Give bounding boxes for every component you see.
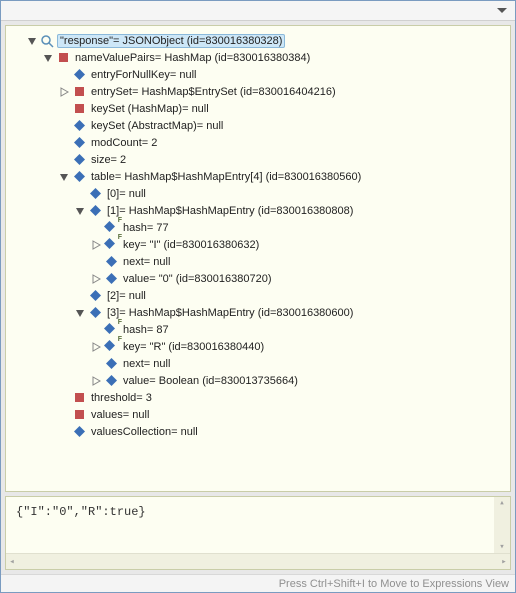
chevron-down-icon — [497, 8, 507, 14]
field-protected-icon — [56, 51, 70, 65]
field-default-icon — [104, 357, 118, 371]
status-bar: Press Ctrl+Shift+I to Move to Expression… — [1, 574, 515, 592]
tree-row-response[interactable]: "response"= JSONObject (id=830016380328) — [10, 32, 506, 49]
field-default-icon — [88, 204, 102, 218]
tree-row[interactable]: size= 2 — [10, 151, 506, 168]
field-default-icon — [72, 136, 86, 150]
tree-label: keySet (HashMap)= null — [89, 103, 211, 115]
field-final-icon: F — [104, 323, 118, 337]
tree-label: size= 2 — [89, 154, 128, 166]
field-default-icon — [72, 153, 86, 167]
tree-row[interactable]: value= "0" (id=830016380720) — [10, 270, 506, 287]
tree-label: hash= 77 — [121, 222, 171, 234]
tree-row[interactable]: [1]= HashMap$HashMapEntry (id=8300163808… — [10, 202, 506, 219]
collapse-icon[interactable] — [74, 205, 86, 217]
field-default-icon — [88, 187, 102, 201]
expand-icon[interactable] — [90, 341, 102, 353]
tree-label: value= "0" (id=830016380720) — [121, 273, 273, 285]
collapse-icon[interactable] — [58, 171, 70, 183]
tree-row[interactable]: valuesCollection= null — [10, 423, 506, 440]
field-final-icon: F — [104, 238, 118, 252]
tree-label: hash= 87 — [121, 324, 171, 336]
scroll-down-icon[interactable]: ▾ — [494, 541, 510, 553]
view-menu-button[interactable] — [495, 4, 509, 18]
tree-label: valuesCollection= null — [89, 426, 200, 438]
tree-label: value= Boolean (id=830013735664) — [121, 375, 300, 387]
tree-row[interactable]: keySet (AbstractMap)= null — [10, 117, 506, 134]
tree-label: [3]= HashMap$HashMapEntry (id=8300163806… — [105, 307, 355, 319]
field-default-icon — [104, 255, 118, 269]
tree-row[interactable]: F hash= 77 — [10, 219, 506, 236]
tree-row[interactable]: entrySet= HashMap$EntrySet (id=830016404… — [10, 83, 506, 100]
scrollbar-horizontal[interactable]: ◂ ▸ — [6, 553, 510, 569]
field-final-icon: F — [104, 340, 118, 354]
tree-label: table= HashMap$HashMapEntry[4] (id=83001… — [89, 171, 363, 183]
tree-label: entryForNullKey= null — [89, 69, 198, 81]
detail-text[interactable]: {"I":"0","R":true} ▴ ▾ — [6, 497, 510, 553]
field-default-icon — [72, 119, 86, 133]
tree-row[interactable]: next= null — [10, 253, 506, 270]
tree-row[interactable]: entryForNullKey= null — [10, 66, 506, 83]
field-protected-icon — [72, 85, 86, 99]
tree-row[interactable]: [0]= null — [10, 185, 506, 202]
tree-row[interactable]: F key= "R" (id=830016380440) — [10, 338, 506, 355]
tree-row[interactable]: values= null — [10, 406, 506, 423]
tree-label: [0]= null — [105, 188, 148, 200]
field-default-icon — [72, 425, 86, 439]
tree-label: [2]= null — [105, 290, 148, 302]
tree-label: [1]= HashMap$HashMapEntry (id=8300163808… — [105, 205, 355, 217]
tree-row[interactable]: F key= "I" (id=830016380632) — [10, 236, 506, 253]
tree-row[interactable]: F hash= 87 — [10, 321, 506, 338]
field-default-icon — [104, 374, 118, 388]
expand-icon[interactable] — [58, 86, 70, 98]
tree-label: entrySet= HashMap$EntrySet (id=830016404… — [89, 86, 338, 98]
tree-row[interactable]: modCount= 2 — [10, 134, 506, 151]
tree-label: "response"= JSONObject (id=830016380328) — [57, 34, 285, 48]
tree-label: keySet (AbstractMap)= null — [89, 120, 225, 132]
field-default-icon — [88, 306, 102, 320]
tree-label: key= "I" (id=830016380632) — [121, 239, 261, 251]
tree-label: next= null — [121, 358, 172, 370]
watch-icon — [40, 34, 54, 48]
field-protected-icon — [72, 408, 86, 422]
field-default-icon — [72, 170, 86, 184]
scrollbar-vertical[interactable]: ▴ ▾ — [494, 497, 510, 553]
tree-label: modCount= 2 — [89, 137, 159, 149]
tree-label: next= null — [121, 256, 172, 268]
expand-icon[interactable] — [90, 239, 102, 251]
field-default-icon — [72, 68, 86, 82]
collapse-icon[interactable] — [26, 35, 38, 47]
tree-row[interactable]: next= null — [10, 355, 506, 372]
tree-row-namevaluepairs[interactable]: nameValuePairs= HashMap (id=830016380384… — [10, 49, 506, 66]
scroll-left-icon[interactable]: ◂ — [6, 557, 18, 567]
tree-row[interactable]: keySet (HashMap)= null — [10, 100, 506, 117]
panel-toolbar — [1, 1, 515, 21]
tree-label: nameValuePairs= HashMap (id=830016380384… — [73, 52, 312, 64]
field-protected-icon — [72, 102, 86, 116]
field-final-icon: F — [104, 221, 118, 235]
tree-label: values= null — [89, 409, 151, 421]
field-protected-icon — [72, 391, 86, 405]
tree-label: threshold= 3 — [89, 392, 154, 404]
tree-row[interactable]: [3]= HashMap$HashMapEntry (id=8300163806… — [10, 304, 506, 321]
scroll-up-icon[interactable]: ▴ — [494, 497, 510, 509]
field-default-icon — [88, 289, 102, 303]
expand-icon[interactable] — [90, 375, 102, 387]
expand-icon[interactable] — [90, 273, 102, 285]
tree-row[interactable]: value= Boolean (id=830013735664) — [10, 372, 506, 389]
collapse-icon[interactable] — [74, 307, 86, 319]
status-hint: Press Ctrl+Shift+I to Move to Expression… — [279, 578, 509, 590]
scroll-right-icon[interactable]: ▸ — [498, 557, 510, 567]
detail-value: {"I":"0","R":true} — [16, 505, 146, 519]
field-default-icon — [104, 272, 118, 286]
tree-label: key= "R" (id=830016380440) — [121, 341, 266, 353]
tree-row[interactable]: [2]= null — [10, 287, 506, 304]
detail-panel: {"I":"0","R":true} ▴ ▾ ◂ ▸ — [5, 496, 511, 570]
tree-row[interactable]: threshold= 3 — [10, 389, 506, 406]
tree-row-table[interactable]: table= HashMap$HashMapEntry[4] (id=83001… — [10, 168, 506, 185]
collapse-icon[interactable] — [42, 52, 54, 64]
variables-tree[interactable]: "response"= JSONObject (id=830016380328)… — [5, 25, 511, 492]
